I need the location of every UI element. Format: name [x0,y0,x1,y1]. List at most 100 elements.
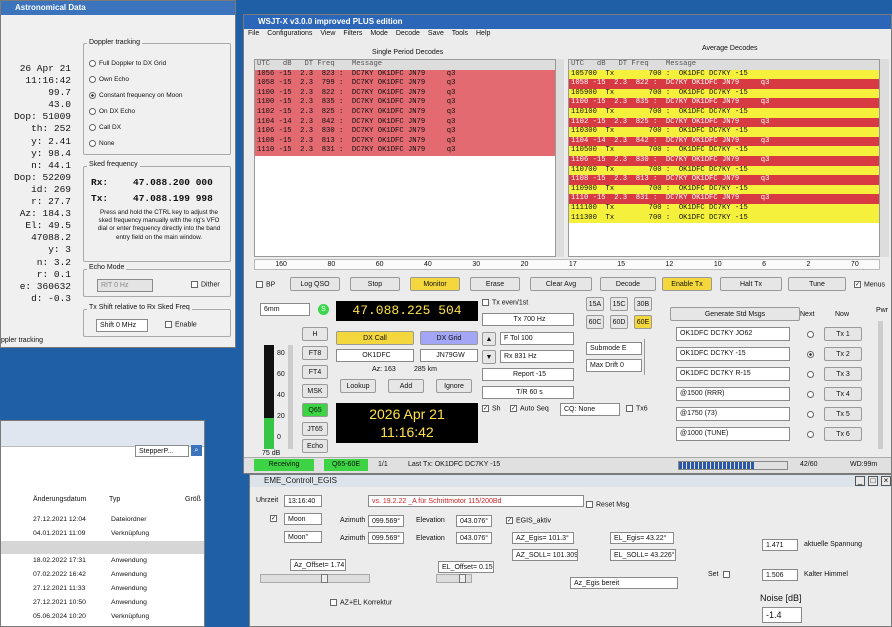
azimuth2-field[interactable]: 099.569° [368,532,404,544]
dither-checkbox[interactable]: Dither [191,281,220,288]
submode-select[interactable]: Submode E [586,342,642,355]
tx4-button[interactable]: Tx 4 [824,387,862,401]
menu-save[interactable]: Save [428,30,444,37]
decode-row[interactable]: 1058 -15 2.3 799 : DC7KY OK1DFC JN79 q3 [255,79,555,89]
next-radio-6[interactable] [807,431,817,438]
tx5-message[interactable]: @1750 (73) [676,407,790,421]
elevation2-field[interactable]: 043.076° [456,532,492,544]
echo-rit-field[interactable]: RIT 0 Hz [97,279,153,292]
tx3-message[interactable]: OK1DFC DC7KY R-15 [676,367,790,381]
clear-avg-button[interactable]: Clear Avg [530,277,592,291]
auto-seq-checkbox[interactable]: ✓ Auto Seq [510,405,549,412]
next-radio-1[interactable] [807,331,817,338]
menu-help[interactable]: Help [476,30,490,37]
doppler-option[interactable]: None [89,136,182,152]
shift-enable-checkbox[interactable]: Enable [165,321,197,328]
avg-row[interactable]: 105700 Tx 700 : OK1DFC DC7KY -15 [569,69,879,80]
az-offset-slider[interactable] [260,574,370,583]
tx-freq-spinner[interactable]: Tx 700 Hz [482,313,574,326]
avg-row[interactable]: 110100 Tx 700 : OK1DFC DC7KY -15 [569,107,879,118]
moon-checkbox[interactable]: ✓ [270,515,280,522]
close-icon[interactable]: × [881,476,891,486]
tx5-button[interactable]: Tx 5 [824,407,862,421]
tx2-message[interactable]: OK1DFC DC7KY -15 [676,347,790,361]
mode-h-button[interactable]: H [302,327,328,341]
tx6-checkbox[interactable]: Tx6 [626,405,648,412]
list-item[interactable]: 27.12.2021 10:50 Anwendung [1,596,204,610]
avg-row[interactable]: 111100 Tx 700 : OK1DFC DC7KY -15 [569,203,879,214]
menu-view[interactable]: View [320,30,335,37]
tx6-message[interactable]: @1000 (TUNE) [676,427,790,441]
egis-active-checkbox[interactable]: ✓ EGIS_aktiv [506,517,551,524]
decode-row[interactable]: 1110 -15 2.3 831 : DC7KY OK1DFC JN79 q3 [255,146,555,156]
power-slider[interactable] [878,321,883,449]
col-type[interactable]: Typ [109,496,120,503]
elevation-field[interactable]: 043.076° [456,515,492,527]
avg-row[interactable]: 1102 -15 2.3 825 : DC7KY OK1DFC JN79 q3 [569,117,879,128]
slider-thumb[interactable] [459,574,466,583]
avg-row[interactable]: 105900 Tx 700 : OK1DFC DC7KY -15 [569,88,879,99]
decode-row[interactable]: 1100 -15 2.3 835 : DC7KY OK1DFC JN79 q3 [255,98,555,108]
submode-30b[interactable]: 30B [634,297,652,311]
sh-checkbox[interactable]: ✓ Sh [482,405,501,412]
menu-mode[interactable]: Mode [370,30,388,37]
decode-row[interactable]: 1104 -14 2.3 842 : DC7KY OK1DFC JN79 q3 [255,117,555,128]
band-select[interactable]: 6mm [260,303,310,316]
dx-call-button[interactable]: DX Call [336,331,414,345]
mode-echo-button[interactable]: Echo [302,439,328,453]
decode-button[interactable]: Decode [600,277,656,291]
menus-checkbox[interactable]: ✓ Menus [854,281,885,288]
menu-tools[interactable]: Tools [452,30,468,37]
avg-row[interactable]: 1108 -15 2.3 813 : DC7KY OK1DFC JN79 q3 [569,175,879,185]
list-item[interactable] [1,540,204,555]
avg-row[interactable]: 1104 -14 2.3 842 : DC7KY OK1DFC JN79 q3 [569,136,879,147]
band-scale[interactable]: 160 80 60 40 30 20 17 15 12 10 6 2 70 [254,259,880,270]
tx3-button[interactable]: Tx 3 [824,367,862,381]
tx-to-rx-button[interactable]: ▲ [482,332,496,346]
dx-call-field[interactable]: OK1DFC [336,349,414,362]
single-decodes-pane[interactable]: UTC dB DT Freq Message 1056 -15 2.3 823 … [254,59,556,257]
col-date[interactable]: Änderungsdatum [33,496,86,503]
reset-msg-checkbox[interactable]: Reset Msg [586,501,629,508]
decode-row[interactable]: 1106 -15 2.3 830 : DC7KY OK1DFC JN79 q3 [255,127,555,137]
stop-button[interactable]: Stop [350,277,400,291]
list-item[interactable]: 27.12.2021 11:33 Anwendung [1,582,204,596]
lookup-button[interactable]: Lookup [340,379,376,393]
avg-row[interactable]: 111300 Tx 700 : OK1DFC DC7KY -15 [569,213,879,224]
mode-ft8-button[interactable]: FT8 [302,346,328,360]
add-button[interactable]: Add [388,379,424,393]
max-drift-spinner[interactable]: Max Drift 0 [586,359,642,372]
tx2-button[interactable]: Tx 2 [824,347,862,361]
avg-row[interactable]: 1100 -15 2.3 835 : DC7KY OK1DFC JN79 q3 [569,98,879,108]
band-ok-icon[interactable]: S [318,304,329,315]
submode-60e[interactable]: 60E [634,315,652,329]
avg-row[interactable]: 1106 -15 2.3 830 : DC7KY OK1DFC JN79 q3 [569,155,879,166]
uhrzeit-field[interactable]: 13:16:40 [284,495,322,507]
avg-row[interactable]: 110500 Tx 700 : OK1DFC DC7KY -15 [569,146,879,156]
moon2-field[interactable]: Moon'' [284,531,322,543]
enable-tx-button[interactable]: Enable Tx [662,277,712,291]
list-item[interactable]: 05.06.2024 10:20 Verknüpfung [1,610,204,624]
maximize-icon[interactable]: □ [868,476,878,486]
az-offset-field[interactable]: Az_Offset= 1.74 [290,559,346,571]
menu-decode[interactable]: Decode [396,30,420,37]
submode-15a[interactable]: 15A [586,297,604,311]
doppler-option[interactable]: Own Echo [89,72,182,88]
submode-dials[interactable] [644,339,656,375]
menu-configurations[interactable]: Configurations [267,30,312,37]
tx1-button[interactable]: Tx 1 [824,327,862,341]
mode-q65-button[interactable]: Q65 [302,403,328,417]
monitor-button[interactable]: Monitor [410,277,460,291]
menu-file[interactable]: File [248,30,259,37]
tune-button[interactable]: Tune [788,277,846,291]
mode-ft4-button[interactable]: FT4 [302,365,328,379]
slider-thumb[interactable] [321,574,328,583]
avg-scrollbar[interactable] [880,59,889,257]
cq-select[interactable]: CQ: None [560,403,620,416]
submode-60c[interactable]: 60C [586,315,604,329]
avg-row[interactable]: 1058 -15 2.3 822 : DC7KY OK1DFC JN79 q3 [569,79,879,89]
search-icon[interactable]: ⌕ [191,445,202,456]
generate-std-msgs-button[interactable]: Generate Std Msgs [670,307,800,321]
tx6-button[interactable]: Tx 6 [824,427,862,441]
tx1-message[interactable]: OK1DFC DC7KY JO62 [676,327,790,341]
